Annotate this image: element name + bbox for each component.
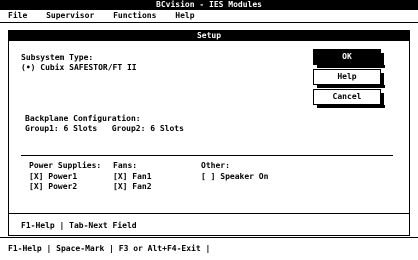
dialog-hint: F1-Help | Tab-Next Field [21,221,137,230]
menu-supervisor[interactable]: Supervisor [46,10,94,22]
other-label: Other: [201,161,230,170]
menu-help[interactable]: Help [175,10,194,22]
menu-bar: File Supervisor Functions Help [0,10,418,23]
menu-functions[interactable]: Functions [113,10,156,22]
window-title: BCvision - IES Modules [0,0,418,10]
status-bar-text: F1-Help | Space-Mark | F3 or Alt+F4-Exit… [8,244,211,253]
status-bar: F1-Help | Space-Mark | F3 or Alt+F4-Exit… [0,238,418,260]
setup-dialog: Setup Subsystem Type: (•) Cubix SAFESTOR… [8,30,410,236]
subsystem-type-label: Subsystem Type: [21,53,94,62]
fan2-checkbox[interactable]: [X] Fan2 [113,182,152,191]
backplane-label: Backplane Configuration: [25,114,141,123]
power1-checkbox[interactable]: [X] Power1 [29,172,77,181]
dialog-title: Setup [9,31,409,41]
speaker-checkbox[interactable]: [ ] Speaker On [201,172,268,181]
fan1-checkbox[interactable]: [X] Fan1 [113,172,152,181]
ok-button[interactable]: OK [313,49,385,68]
power-supplies-label: Power Supplies: [29,161,102,170]
backplane-value: Group1: 6 Slots Group2: 6 Slots [25,124,184,133]
help-button[interactable]: Help [313,69,385,88]
power2-checkbox[interactable]: [X] Power2 [29,182,77,191]
menu-file[interactable]: File [8,10,27,22]
hint-divider [9,213,409,214]
section-divider [21,155,393,156]
fans-label: Fans: [113,161,138,170]
subsystem-radio-option[interactable]: (•) Cubix SAFESTOR/FT II [21,63,137,72]
cancel-button[interactable]: Cancel [313,89,385,108]
